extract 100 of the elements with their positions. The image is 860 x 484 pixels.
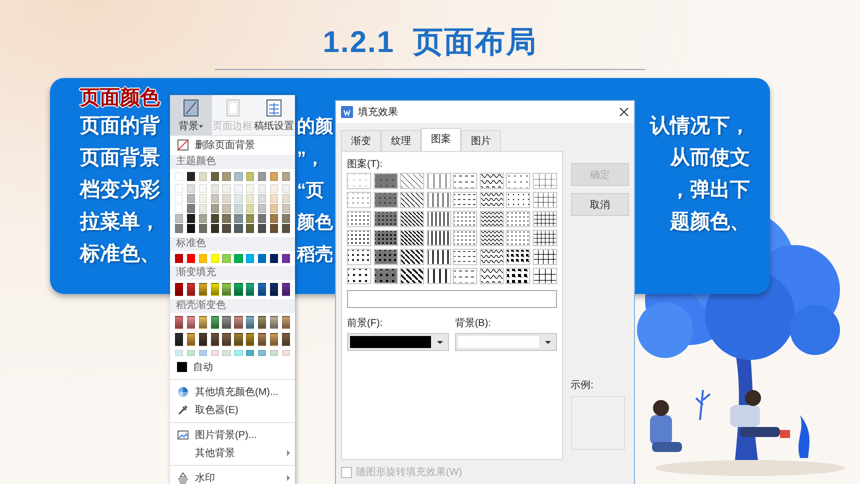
color-swatch[interactable] — [210, 172, 219, 181]
color-swatch[interactable] — [210, 184, 219, 193]
color-swatch[interactable] — [246, 172, 254, 181]
color-swatch[interactable] — [258, 224, 266, 233]
color-swatch[interactable] — [234, 350, 243, 356]
color-swatch[interactable] — [198, 204, 208, 213]
color-swatch[interactable] — [186, 172, 196, 181]
color-swatch[interactable] — [282, 214, 290, 223]
color-swatch[interactable] — [198, 254, 208, 263]
color-swatch[interactable] — [222, 184, 231, 193]
menu-item[interactable]: 水印 — [170, 469, 295, 484]
pattern-swatch[interactable] — [374, 192, 398, 208]
color-swatch[interactable] — [222, 283, 231, 296]
color-dropdown[interactable] — [347, 333, 449, 351]
pattern-swatch[interactable] — [347, 249, 371, 265]
color-swatch[interactable] — [246, 194, 254, 203]
color-swatch[interactable] — [186, 194, 196, 203]
color-swatch[interactable] — [198, 283, 208, 296]
color-swatch[interactable] — [258, 172, 266, 181]
color-swatch[interactable] — [210, 224, 219, 233]
menu-item[interactable]: 其他填充颜色(M)... — [170, 383, 295, 401]
color-swatch[interactable] — [270, 316, 278, 329]
color-swatch[interactable] — [246, 204, 254, 213]
color-swatch[interactable] — [258, 184, 266, 193]
color-swatch[interactable] — [246, 283, 254, 296]
color-swatch[interactable] — [234, 214, 243, 223]
color-swatch[interactable] — [282, 194, 290, 203]
color-swatch[interactable] — [282, 184, 290, 193]
color-swatch[interactable] — [270, 333, 278, 346]
pattern-swatch[interactable] — [374, 230, 398, 246]
dialog-tab[interactable]: 图片 — [461, 130, 501, 151]
color-swatch[interactable] — [282, 333, 290, 346]
menu-item[interactable]: 删除页面背景 — [170, 136, 295, 154]
pattern-swatch[interactable] — [480, 249, 504, 265]
color-swatch[interactable] — [282, 350, 290, 356]
pattern-swatch[interactable] — [480, 230, 504, 246]
pattern-swatch[interactable] — [426, 268, 450, 284]
color-swatch[interactable] — [198, 316, 208, 329]
pattern-swatch[interactable] — [400, 230, 424, 246]
color-swatch[interactable] — [222, 333, 231, 346]
color-swatch[interactable] — [234, 316, 243, 329]
color-swatch[interactable] — [210, 316, 219, 329]
color-swatch[interactable] — [175, 283, 184, 296]
color-swatch[interactable] — [175, 333, 184, 346]
color-swatch[interactable] — [198, 172, 208, 181]
pattern-swatch[interactable] — [453, 173, 477, 189]
color-swatch[interactable] — [258, 204, 266, 213]
pattern-swatch[interactable] — [374, 211, 398, 227]
color-swatch[interactable] — [246, 184, 254, 193]
color-swatch[interactable] — [222, 316, 231, 329]
menu-item[interactable]: 其他背景 — [170, 444, 295, 462]
color-swatch[interactable] — [258, 316, 266, 329]
pattern-swatch[interactable] — [506, 192, 530, 208]
color-swatch[interactable] — [186, 316, 196, 329]
close-icon[interactable] — [619, 107, 629, 117]
color-swatch[interactable] — [186, 184, 196, 193]
color-swatch[interactable] — [246, 224, 254, 233]
pattern-swatch[interactable] — [453, 268, 477, 284]
color-swatch[interactable] — [282, 172, 290, 181]
color-swatch[interactable] — [234, 283, 243, 296]
color-swatch[interactable] — [234, 254, 243, 263]
color-swatch[interactable] — [186, 350, 196, 356]
color-swatch[interactable] — [258, 214, 266, 223]
pattern-swatch[interactable] — [480, 192, 504, 208]
color-swatch[interactable] — [246, 333, 254, 346]
color-swatch[interactable] — [186, 214, 196, 223]
color-swatch[interactable] — [282, 283, 290, 296]
color-swatch[interactable] — [270, 184, 278, 193]
pattern-swatch[interactable] — [453, 230, 477, 246]
color-swatch[interactable] — [198, 194, 208, 203]
pattern-swatch[interactable] — [532, 192, 556, 208]
color-swatch[interactable] — [246, 254, 254, 263]
pattern-swatch[interactable] — [506, 249, 530, 265]
pattern-swatch[interactable] — [532, 230, 556, 246]
color-swatch[interactable] — [234, 194, 243, 203]
color-swatch[interactable] — [258, 194, 266, 203]
color-swatch[interactable] — [186, 224, 196, 233]
color-swatch[interactable] — [210, 194, 219, 203]
pattern-swatch[interactable] — [400, 211, 424, 227]
color-swatch[interactable] — [222, 204, 231, 213]
dialog-tab[interactable]: 纹理 — [381, 130, 421, 151]
color-swatch[interactable] — [282, 204, 290, 213]
pattern-swatch[interactable] — [532, 173, 556, 189]
pattern-swatch[interactable] — [400, 249, 424, 265]
pattern-swatch[interactable] — [453, 211, 477, 227]
pattern-swatch[interactable] — [374, 173, 398, 189]
color-swatch[interactable] — [210, 283, 219, 296]
pattern-swatch[interactable] — [426, 211, 450, 227]
color-swatch[interactable] — [175, 350, 184, 356]
pattern-swatch[interactable] — [506, 230, 530, 246]
pattern-swatch[interactable] — [506, 211, 530, 227]
dialog-button[interactable]: 取消 — [570, 193, 629, 216]
color-swatch[interactable] — [175, 204, 184, 213]
color-swatch[interactable] — [270, 350, 278, 356]
pattern-swatch[interactable] — [400, 268, 424, 284]
pattern-swatch[interactable] — [453, 249, 477, 265]
pattern-swatch[interactable] — [426, 249, 450, 265]
color-swatch[interactable] — [258, 254, 266, 263]
toolbar-button[interactable]: 背景 — [170, 95, 212, 135]
color-swatch[interactable] — [222, 172, 231, 181]
